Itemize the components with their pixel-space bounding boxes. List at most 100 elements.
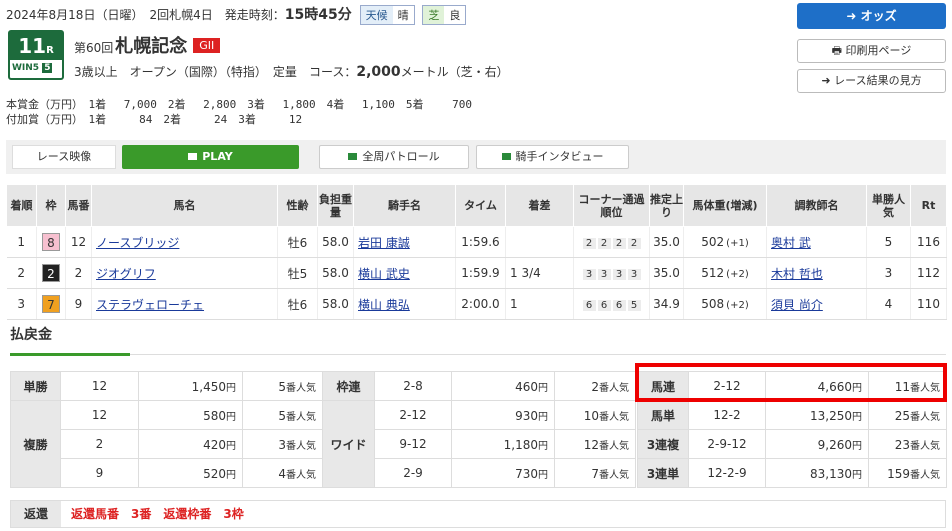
table-row: 2 2 2 ジオグリフ 牡5 58.0 横山 武史 1:59.9 1 3/4 3 3 3 3 35.0 51… — [6, 257, 947, 289]
race-name: 札幌記念 — [115, 36, 188, 57]
payout-popularity: 7番人気 — [554, 458, 636, 488]
payout-row: 馬単 12-2 13,250円 25番人気 — [637, 400, 947, 430]
corner-pos: 2 — [612, 238, 626, 249]
col-header: コーナー通過順位 — [573, 184, 650, 227]
camera-icon — [188, 153, 198, 160]
odds-button[interactable]: ➜ オッズ — [797, 3, 946, 29]
highlight-box — [635, 363, 947, 402]
weight: 58.0 — [317, 257, 354, 289]
combo: 12 — [60, 371, 139, 401]
jockey-link[interactable]: 横山 武史 — [358, 267, 410, 281]
agari-cell: 35.0 — [649, 226, 684, 258]
race-date: 2024年8月18日（日曜） — [6, 8, 138, 22]
bet-type-label: 馬単 — [637, 400, 689, 430]
bet-type-label: 複勝 — [10, 400, 61, 488]
corner-pos: 3 — [597, 269, 611, 280]
combo: 2-9 — [374, 458, 452, 488]
horse-link[interactable]: ステラヴェローチェ — [96, 298, 204, 312]
horse-number: 2 — [65, 257, 92, 289]
combo: 9-12 — [374, 429, 452, 459]
col-header: 推定上り — [649, 184, 684, 227]
race-conditions: 3歳以上 オープン（国際）（特指） 定量 コース：2,000メートル（芝・右） — [74, 64, 509, 80]
results-table: 着順枠馬番 馬名 性齢 負担重量 騎手名 タイム 着差 コーナー通過順位 推定上り 馬体重(増減)… — [6, 184, 947, 320]
horse-number: 9 — [65, 288, 92, 320]
video-label: レース映像 — [12, 145, 116, 169]
refund-value: 返還馬番 3番 返還枠番 3枠 — [71, 507, 244, 521]
race-header: 2024年8月18日（日曜） 2回札幌4日 発走時刻：15時45分 天候晴 芝良 — [6, 4, 467, 25]
popularity: 3 — [866, 257, 911, 289]
waku-cell: 7 — [36, 288, 66, 320]
bet-type-label: 枠連 — [322, 371, 375, 401]
interview-button[interactable]: 騎手インタビュー — [476, 145, 629, 169]
combo: 12 — [60, 400, 139, 430]
col-header: 騎手名 — [353, 184, 456, 227]
time-cell: 1:59.6 — [455, 226, 506, 258]
col-header: 着差 — [505, 184, 574, 227]
trainer-link[interactable]: 木村 哲也 — [771, 267, 823, 281]
col-header: 負担重量 — [317, 184, 354, 227]
payout-popularity: 159番人気 — [868, 458, 947, 488]
corner-pos: 2 — [597, 238, 611, 249]
popularity: 5 — [866, 226, 911, 258]
payout-amount: 930円 — [451, 400, 555, 430]
payout-amount: 13,250円 — [765, 400, 869, 430]
bet-type-label: ワイド — [322, 400, 375, 488]
play-button[interactable]: PLAY — [122, 145, 299, 169]
camera-icon — [348, 153, 358, 160]
payout-amount: 9,260円 — [765, 429, 869, 459]
waku-badge: 7 — [42, 295, 60, 313]
weight: 58.0 — [317, 226, 354, 258]
payout-popularity: 10番人気 — [554, 400, 636, 430]
payout-row: 3連複 2-9-12 9,260円 23番人気 — [637, 429, 947, 459]
corner-pos: 6 — [612, 300, 626, 311]
patrol-button[interactable]: 全周パトロール — [319, 145, 469, 169]
trainer-link[interactable]: 奥村 武 — [771, 236, 811, 250]
col-header: 着順 — [6, 184, 37, 227]
refund-row: 返還 返還馬番 3番 返還枠番 3枠 — [10, 500, 946, 528]
body-weight: 502 (+1) — [683, 226, 767, 258]
payout-amount: 580円 — [138, 400, 243, 430]
col-header: 性齢 — [277, 184, 318, 227]
payout-popularity: 12番人気 — [554, 429, 636, 459]
camera-icon — [501, 153, 511, 160]
waku-cell: 8 — [36, 226, 66, 258]
payout-popularity: 25番人気 — [868, 400, 947, 430]
horse-link[interactable]: ノースブリッジ — [96, 236, 179, 250]
divider — [130, 354, 946, 355]
combo: 2-9-12 — [688, 429, 766, 459]
col-header: Rt — [910, 184, 947, 227]
corner-pos: 6 — [582, 300, 596, 311]
combo: 2-8 — [374, 371, 452, 401]
rank-cell: 1 — [6, 226, 37, 258]
waku-badge: 8 — [42, 233, 60, 251]
corner-cell: 3333 — [573, 257, 650, 289]
result-guide-button[interactable]: ➜ レース結果の見方 — [797, 69, 946, 93]
body-weight: 512 (+2) — [683, 257, 767, 289]
col-header: タイム — [455, 184, 506, 227]
col-header: 単勝人気 — [866, 184, 911, 227]
payout-amount: 83,130円 — [765, 458, 869, 488]
corner-pos: 3 — [627, 269, 641, 280]
payout-row: 枠連 2-8 460円 2番人気 — [322, 371, 636, 401]
payout-popularity: 2番人気 — [554, 371, 636, 401]
payout-amount: 1,450円 — [138, 371, 243, 401]
horse-number: 12 — [65, 226, 92, 258]
combo: 9 — [60, 458, 139, 488]
jockey-link[interactable]: 岩田 康誠 — [358, 236, 410, 250]
agari-cell: 35.0 — [649, 257, 684, 289]
margin-cell — [505, 226, 574, 258]
jockey-link[interactable]: 横山 典弘 — [358, 298, 410, 312]
trainer-link[interactable]: 須貝 尚介 — [771, 298, 823, 312]
payout-row: 複勝 12 580円 5番人気 — [10, 400, 323, 488]
win5-badge: WIN5 5 — [12, 63, 53, 73]
sex-age: 牡5 — [277, 257, 318, 289]
bet-type-label: 3連複 — [637, 429, 689, 459]
corner-pos: 3 — [612, 269, 626, 280]
meeting: 2回札幌4日 — [149, 8, 213, 22]
payout-amount: 730円 — [451, 458, 555, 488]
horse-link[interactable]: ジオグリフ — [96, 267, 156, 281]
chevron-icon: ➜ — [821, 74, 835, 87]
time-cell: 1:59.9 — [455, 257, 506, 289]
payout-tan-fuku: 単勝 12 1,450円 5番人気 複勝 12 580円 5番人気 2 420円 3番人気 9 520円… — [10, 371, 323, 488]
print-button[interactable]: 🖶 印刷用ページ — [797, 39, 946, 63]
